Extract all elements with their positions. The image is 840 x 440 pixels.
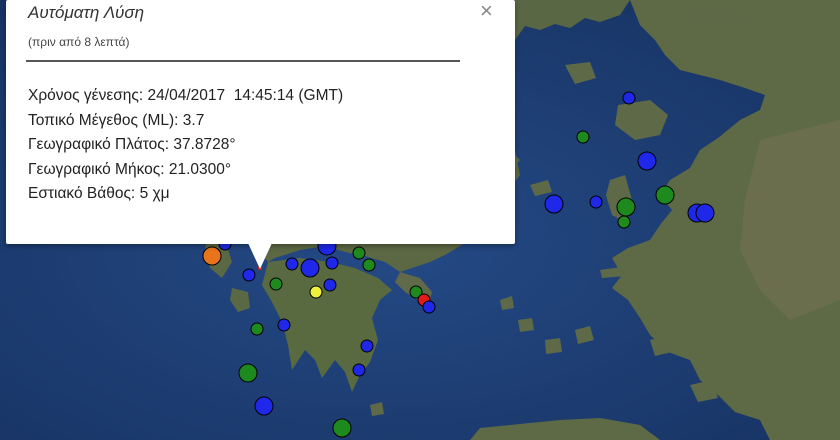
earthquake-marker-green[interactable] xyxy=(269,277,283,291)
earthquake-marker-blue[interactable] xyxy=(622,91,636,105)
longitude-row: Γεωγραφικό Μήκος: 21.0300° xyxy=(28,158,343,183)
origin-time-label: Χρόνος γένεσης: xyxy=(28,87,144,104)
earthquake-marker-blue[interactable] xyxy=(589,195,603,209)
popup-details: Χρόνος γένεσης: 24/04/2017 14:45:14 (GMT… xyxy=(28,84,343,207)
earthquake-marker-blue[interactable] xyxy=(637,151,657,171)
divider xyxy=(26,60,460,62)
land-cyclades-2 xyxy=(545,338,562,354)
earthquake-marker-green[interactable] xyxy=(576,130,590,144)
earthquake-marker-blue[interactable] xyxy=(544,194,564,214)
popup-title: Αυτόματη Λύση xyxy=(28,3,145,22)
earthquake-marker-green[interactable] xyxy=(352,246,366,260)
origin-time-value: 24/04/2017 14:45:14 (GMT) xyxy=(147,87,344,104)
earthquake-marker-blue[interactable] xyxy=(254,396,274,416)
close-icon[interactable]: × xyxy=(480,0,493,22)
land-cyclades-1 xyxy=(518,318,534,332)
earthquake-marker-green[interactable] xyxy=(362,258,376,272)
earthquake-marker-blue[interactable] xyxy=(242,268,256,282)
earthquake-marker-yellow[interactable] xyxy=(309,285,323,299)
earthquake-marker-blue[interactable] xyxy=(300,258,320,278)
popup-pointer xyxy=(248,243,272,269)
latitude-value: 37.8728° xyxy=(173,136,236,153)
info-popup: Αυτόματη Λύση (πριν από 8 λεπτά) × Χρόνο… xyxy=(6,0,515,244)
popup-subtitle: (πριν από 8 λεπτά) xyxy=(28,35,130,49)
earthquake-marker-blue[interactable] xyxy=(323,278,337,292)
longitude-value: 21.0300° xyxy=(168,160,232,178)
earthquake-marker-green[interactable] xyxy=(655,185,675,205)
earthquake-marker-blue[interactable] xyxy=(325,256,339,270)
longitude-label: Γεωγραφικό Μήκος: xyxy=(28,160,165,178)
earthquake-marker-blue[interactable] xyxy=(277,318,291,332)
latitude-row: Γεωγραφικό Πλάτος: 37.8728° xyxy=(28,133,343,158)
earthquake-marker-blue[interactable] xyxy=(352,363,366,377)
earthquake-marker-green[interactable] xyxy=(617,215,631,229)
earthquake-marker-blue[interactable] xyxy=(360,339,374,353)
earthquake-marker-blue[interactable] xyxy=(422,300,436,314)
depth-label: Εστιακό Βάθος: xyxy=(28,185,136,202)
latitude-label: Γεωγραφικό Πλάτος: xyxy=(28,136,170,153)
depth-value: 5 χμ xyxy=(139,185,170,202)
magnitude-row: Τοπικό Μέγεθος (ML): 3.7 xyxy=(28,109,343,134)
earthquake-marker-green[interactable] xyxy=(250,322,264,336)
magnitude-value: 3.7 xyxy=(182,111,205,129)
earthquake-marker-blue[interactable] xyxy=(285,257,299,271)
earthquake-marker-green[interactable] xyxy=(616,197,636,217)
earthquake-marker-green[interactable] xyxy=(332,418,352,438)
earthquake-marker-blue[interactable] xyxy=(695,203,715,223)
depth-row: Εστιακό Βάθος: 5 χμ xyxy=(28,182,343,207)
earthquake-marker-green[interactable] xyxy=(238,363,258,383)
earthquake-marker-orange[interactable] xyxy=(202,246,222,266)
magnitude-label: Τοπικό Μέγεθος (ML): xyxy=(28,111,179,129)
origin-time-row: Χρόνος γένεσης: 24/04/2017 14:45:14 (GMT… xyxy=(28,84,343,109)
